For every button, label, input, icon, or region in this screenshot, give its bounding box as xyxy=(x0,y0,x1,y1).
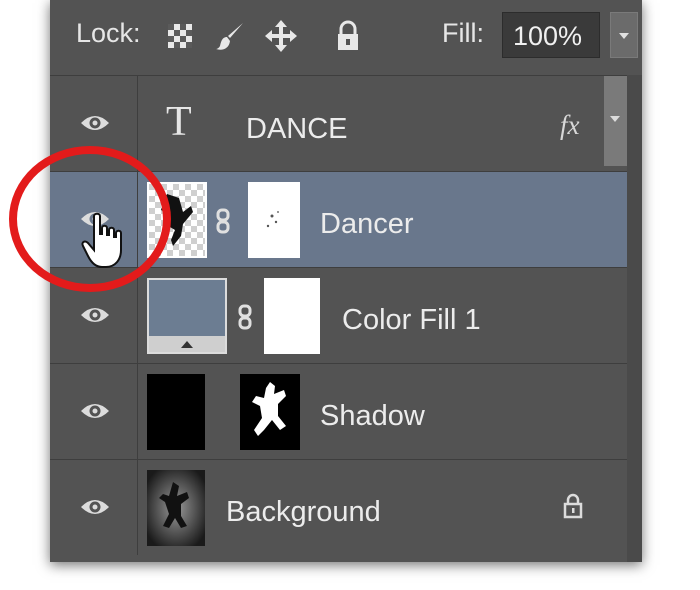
fill-dropdown-button[interactable] xyxy=(610,12,638,58)
lock-transparent-pixels-icon[interactable] xyxy=(162,18,198,54)
layer-mask-thumbnail[interactable] xyxy=(248,182,300,258)
layer-row-background[interactable]: Background xyxy=(50,459,627,555)
layer-name[interactable]: Color Fill 1 xyxy=(342,304,481,337)
layer-row-dance[interactable]: T DANCE fx xyxy=(50,75,627,171)
layer-row-color-fill-1[interactable]: Color Fill 1 xyxy=(50,267,627,363)
eye-icon[interactable] xyxy=(80,401,110,421)
layer-thumbnail[interactable] xyxy=(147,470,205,546)
lock-label: Lock: xyxy=(76,18,141,48)
lock-bar: Lock: Fill: 100% xyxy=(50,0,642,72)
eye-icon[interactable] xyxy=(80,305,110,325)
layer-name[interactable]: Background xyxy=(226,496,381,529)
link-icon[interactable] xyxy=(216,208,230,234)
layer-mask-thumbnail[interactable] xyxy=(240,374,300,450)
lock-position-icon[interactable] xyxy=(263,18,299,54)
text-layer-icon: T xyxy=(166,99,192,145)
layer-effects-icon[interactable]: fx xyxy=(560,110,580,141)
fill-label: Fill: xyxy=(442,18,484,48)
layer-row-shadow[interactable]: Shadow xyxy=(50,363,627,459)
lock-all-icon[interactable] xyxy=(330,18,366,54)
layer-name[interactable]: Shadow xyxy=(320,400,425,433)
layer-name[interactable]: DANCE xyxy=(246,113,348,146)
layer-name[interactable]: Dancer xyxy=(320,208,414,241)
visibility-toggle[interactable] xyxy=(50,364,138,459)
eye-icon[interactable] xyxy=(80,113,110,133)
fill-swatch-arrow xyxy=(181,341,193,348)
eye-icon[interactable] xyxy=(80,497,110,517)
scrollbar-track[interactable] xyxy=(627,75,642,562)
hand-cursor-icon xyxy=(81,212,122,268)
layer-thumbnail[interactable] xyxy=(147,374,205,450)
fill-layer-thumbnail[interactable] xyxy=(147,278,227,354)
layers-panel: Lock: Fill: 100% T DANCE fx Dancer Color… xyxy=(50,0,642,562)
link-icon[interactable] xyxy=(238,304,252,330)
visibility-toggle[interactable] xyxy=(50,460,138,555)
lock-image-pixels-icon[interactable] xyxy=(213,18,249,54)
scrollbar-thumb[interactable] xyxy=(604,76,627,166)
layer-locked-icon[interactable] xyxy=(562,492,584,520)
layer-mask-thumbnail[interactable] xyxy=(264,278,320,354)
fill-opacity-input[interactable]: 100% xyxy=(502,12,600,58)
layers-list: T DANCE fx Dancer Color Fill 1 Shadow Ba… xyxy=(50,75,627,555)
